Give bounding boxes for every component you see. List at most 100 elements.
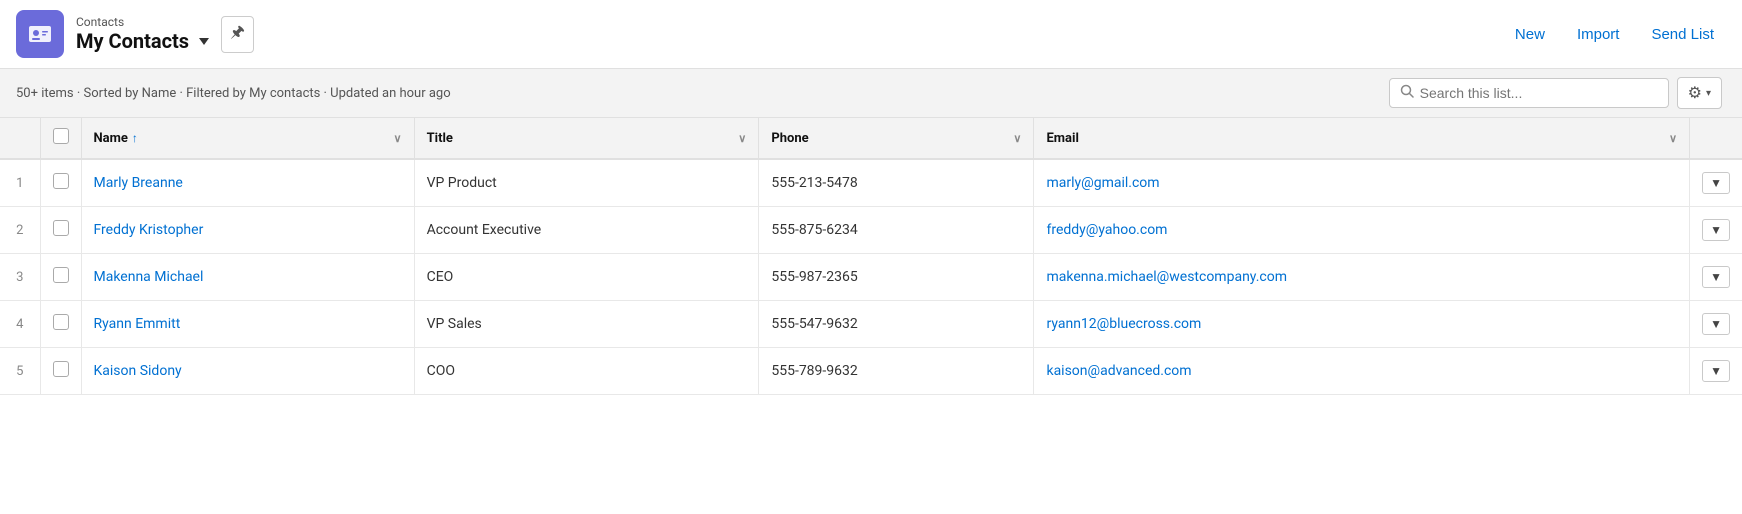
contact-title-5: COO xyxy=(427,363,455,379)
select-all-checkbox[interactable] xyxy=(53,128,69,144)
subheader: 50+ items · Sorted by Name · Filtered by… xyxy=(0,69,1742,118)
app-label: Contacts xyxy=(76,15,209,29)
contact-phone-5: 555-789-9632 xyxy=(771,363,857,379)
list-info: 50+ items · Sorted by Name · Filtered by… xyxy=(16,86,451,101)
row-checkbox-5[interactable] xyxy=(53,361,69,377)
row-name-cell-1: Marly Breanne xyxy=(81,159,414,207)
header: Contacts My Contacts 🖈 New Import Send L… xyxy=(0,0,1742,69)
row-email-cell-5: kaison@advanced.com xyxy=(1034,348,1690,395)
contact-title-2: Account Executive xyxy=(427,222,542,238)
col-num xyxy=(0,118,40,159)
row-number: 4 xyxy=(16,317,23,332)
row-checkbox-1[interactable] xyxy=(53,173,69,189)
row-number: 1 xyxy=(16,176,23,191)
row-action-dropdown-4[interactable]: ▼ xyxy=(1702,313,1730,335)
pin-icon: 🖈 xyxy=(230,21,245,48)
row-title-cell-3: CEO xyxy=(414,254,759,301)
row-num-5: 5 xyxy=(0,348,40,395)
row-phone-cell-1: 555-213-5478 xyxy=(759,159,1034,207)
header-right: New Import Send List xyxy=(1507,22,1722,47)
import-button[interactable]: Import xyxy=(1569,22,1628,47)
row-num-2: 2 xyxy=(0,207,40,254)
row-number: 2 xyxy=(16,223,23,238)
col-email[interactable]: Email ∨ xyxy=(1034,118,1690,159)
send-list-button[interactable]: Send List xyxy=(1643,22,1722,47)
contact-name-4[interactable]: Ryann Emmitt xyxy=(94,316,181,332)
row-checkbox-cell-1 xyxy=(40,159,81,207)
col-phone-label: Phone xyxy=(771,131,808,146)
col-title-label: Title xyxy=(427,131,453,146)
row-title-cell-2: Account Executive xyxy=(414,207,759,254)
row-phone-cell-3: 555-987-2365 xyxy=(759,254,1034,301)
row-phone-cell-2: 555-875-6234 xyxy=(759,207,1034,254)
contact-name-2[interactable]: Freddy Kristopher xyxy=(94,222,204,238)
row-checkbox-4[interactable] xyxy=(53,314,69,330)
col-email-label: Email xyxy=(1046,131,1078,146)
contact-email-4[interactable]: ryann12@bluecross.com xyxy=(1046,316,1201,332)
table-row: 5 Kaison Sidony COO 555-789-9632 kaison@… xyxy=(0,348,1742,395)
contacts-app-icon xyxy=(16,10,64,58)
row-email-cell-3: makenna.michael@westcompany.com xyxy=(1034,254,1690,301)
col-title[interactable]: Title ∨ xyxy=(414,118,759,159)
row-title-cell-5: COO xyxy=(414,348,759,395)
app-container: Contacts My Contacts 🖈 New Import Send L… xyxy=(0,0,1742,514)
name-col-chevron-icon[interactable]: ∨ xyxy=(394,132,402,145)
title-col-chevron-icon[interactable]: ∨ xyxy=(738,132,746,145)
row-phone-cell-4: 555-547-9632 xyxy=(759,301,1034,348)
col-name-label: Name xyxy=(94,131,128,146)
row-name-cell-4: Ryann Emmitt xyxy=(81,301,414,348)
col-action-header xyxy=(1690,118,1742,159)
row-num-4: 4 xyxy=(0,301,40,348)
row-checkbox-cell-2 xyxy=(40,207,81,254)
row-checkbox-cell-5 xyxy=(40,348,81,395)
contact-phone-4: 555-547-9632 xyxy=(771,316,857,332)
contact-title-3: CEO xyxy=(427,269,454,285)
row-num-1: 1 xyxy=(0,159,40,207)
row-action-cell-2: ▼ xyxy=(1690,207,1742,254)
contact-phone-2: 555-875-6234 xyxy=(771,222,857,238)
row-action-dropdown-1[interactable]: ▼ xyxy=(1702,172,1730,194)
contact-email-3[interactable]: makenna.michael@westcompany.com xyxy=(1046,269,1287,285)
row-action-dropdown-2[interactable]: ▼ xyxy=(1702,219,1730,241)
row-action-cell-4: ▼ xyxy=(1690,301,1742,348)
subheader-controls: ⚙ ▾ xyxy=(1389,77,1722,109)
gear-icon: ⚙ xyxy=(1688,83,1702,103)
row-title-cell-4: VP Sales xyxy=(414,301,759,348)
row-name-cell-5: Kaison Sidony xyxy=(81,348,414,395)
title-block: Contacts My Contacts xyxy=(76,15,209,53)
page-title: My Contacts xyxy=(76,29,189,53)
row-action-cell-3: ▼ xyxy=(1690,254,1742,301)
row-number: 5 xyxy=(16,364,23,379)
row-action-dropdown-3[interactable]: ▼ xyxy=(1702,266,1730,288)
phone-col-chevron-icon[interactable]: ∨ xyxy=(1013,132,1021,145)
row-email-cell-2: freddy@yahoo.com xyxy=(1034,207,1690,254)
contact-name-5[interactable]: Kaison Sidony xyxy=(94,363,182,379)
search-input[interactable] xyxy=(1420,85,1658,101)
row-checkbox-3[interactable] xyxy=(53,267,69,283)
row-action-dropdown-5[interactable]: ▼ xyxy=(1702,360,1730,382)
contact-email-5[interactable]: kaison@advanced.com xyxy=(1046,363,1191,379)
search-icon xyxy=(1400,84,1414,102)
contact-name-1[interactable]: Marly Breanne xyxy=(94,175,183,191)
title-dropdown-icon[interactable] xyxy=(199,38,209,45)
search-box xyxy=(1389,78,1669,108)
row-email-cell-4: ryann12@bluecross.com xyxy=(1034,301,1690,348)
settings-button[interactable]: ⚙ ▾ xyxy=(1677,77,1722,109)
row-action-cell-5: ▼ xyxy=(1690,348,1742,395)
col-phone[interactable]: Phone ∨ xyxy=(759,118,1034,159)
row-num-3: 3 xyxy=(0,254,40,301)
contact-email-1[interactable]: marly@gmail.com xyxy=(1046,175,1159,191)
contacts-table: Name ↑ ∨ Title ∨ xyxy=(0,118,1742,395)
table-row: 4 Ryann Emmitt VP Sales 555-547-9632 rya… xyxy=(0,301,1742,348)
email-col-chevron-icon[interactable]: ∨ xyxy=(1669,132,1677,145)
contact-name-3[interactable]: Makenna Michael xyxy=(94,269,204,285)
new-button[interactable]: New xyxy=(1507,22,1553,47)
row-email-cell-1: marly@gmail.com xyxy=(1034,159,1690,207)
header-left: Contacts My Contacts 🖈 xyxy=(16,10,254,58)
pin-button[interactable]: 🖈 xyxy=(221,16,254,53)
row-checkbox-2[interactable] xyxy=(53,220,69,236)
contact-email-2[interactable]: freddy@yahoo.com xyxy=(1046,222,1167,238)
row-title-cell-1: VP Product xyxy=(414,159,759,207)
col-name[interactable]: Name ↑ ∨ xyxy=(81,118,414,159)
contact-phone-1: 555-213-5478 xyxy=(771,175,857,191)
